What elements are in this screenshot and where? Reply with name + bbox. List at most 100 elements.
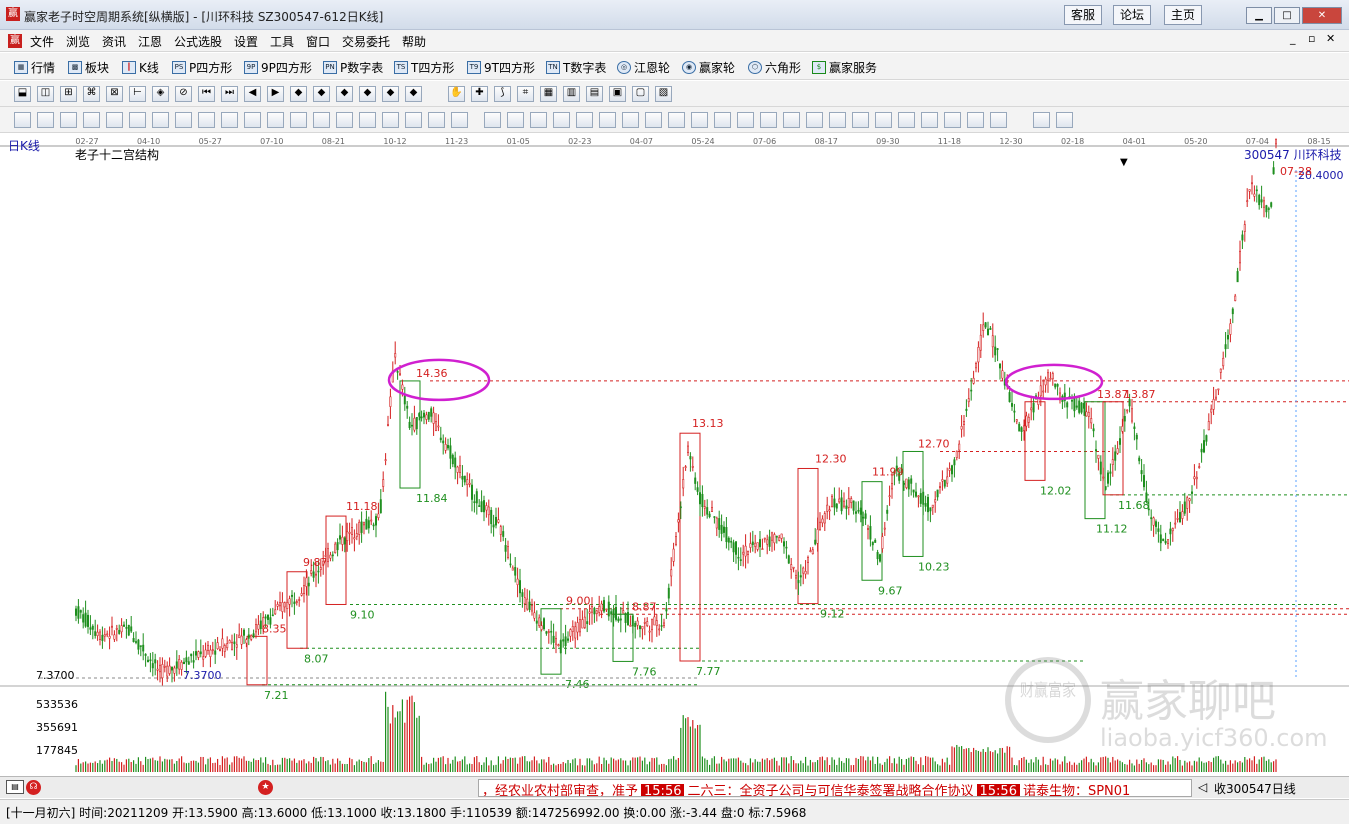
mdi-minimize-icon[interactable]: _ bbox=[1290, 32, 1296, 45]
keyboard-icon[interactable]: ▤ bbox=[6, 780, 24, 794]
ticker-toggle-icon[interactable]: ◁ bbox=[1198, 780, 1207, 794]
line-tool-icon[interactable] bbox=[875, 112, 892, 128]
line-tool-icon[interactable] bbox=[737, 112, 754, 128]
toolbar-9t-square[interactable]: T9 9T四方形 bbox=[467, 59, 535, 76]
draw-tool-icon[interactable]: ▶ bbox=[267, 86, 284, 102]
draw-tool-icon[interactable]: ◆ bbox=[405, 86, 422, 102]
line-tool-icon[interactable] bbox=[336, 112, 353, 128]
line-tool-icon[interactable] bbox=[359, 112, 376, 128]
line-tool-icon[interactable] bbox=[267, 112, 284, 128]
menu-gann[interactable]: 江恩 bbox=[138, 33, 162, 50]
line-tool-icon[interactable] bbox=[576, 112, 593, 128]
menu-trade[interactable]: 交易委托 bbox=[342, 33, 390, 50]
maximize-icon[interactable]: □ bbox=[1274, 7, 1300, 24]
line-tool-icon[interactable] bbox=[60, 112, 77, 128]
line-tool-icon[interactable] bbox=[760, 112, 777, 128]
draw-tool-icon[interactable]: ⌗ bbox=[517, 86, 534, 102]
line-tool-icon[interactable] bbox=[83, 112, 100, 128]
toolbar-quote[interactable]: ▦ 行情 bbox=[14, 59, 55, 76]
draw-tool-icon[interactable]: ▧ bbox=[655, 86, 672, 102]
line-tool-icon[interactable] bbox=[1056, 112, 1073, 128]
line-tool-icon[interactable] bbox=[852, 112, 869, 128]
line-tool-icon[interactable] bbox=[507, 112, 524, 128]
draw-tool-icon[interactable]: ⏭ bbox=[221, 86, 238, 102]
draw-tool-icon[interactable]: ◈ bbox=[152, 86, 169, 102]
kline-chart[interactable]: 02-27 04-10 05-27 07-10 08-21 10-12 11-23 01-05… bbox=[0, 134, 1349, 774]
draw-tool-icon[interactable]: ▥ bbox=[563, 86, 580, 102]
line-tool-icon[interactable] bbox=[599, 112, 616, 128]
draw-tool-icon[interactable]: ◆ bbox=[313, 86, 330, 102]
line-tool-icon[interactable] bbox=[382, 112, 399, 128]
line-tool-icon[interactable] bbox=[691, 112, 708, 128]
ticker-item[interactable]: 诺泰生物：SPN01 bbox=[1020, 780, 1133, 796]
draw-tool-icon[interactable]: ⟆ bbox=[494, 86, 511, 102]
toolbar-t-square[interactable]: TS T四方形 bbox=[394, 59, 454, 76]
line-tool-icon[interactable] bbox=[622, 112, 639, 128]
draw-tool-icon[interactable]: ◆ bbox=[290, 86, 307, 102]
draw-tool-icon[interactable]: ▣ bbox=[609, 86, 626, 102]
draw-tool-icon[interactable]: ▦ bbox=[540, 86, 557, 102]
ticker-item[interactable]: ，经农业农村部审查，准予 bbox=[479, 780, 641, 796]
line-tool-icon[interactable] bbox=[198, 112, 215, 128]
line-tool-icon[interactable] bbox=[290, 112, 307, 128]
line-tool-icon[interactable] bbox=[668, 112, 685, 128]
line-tool-icon[interactable] bbox=[221, 112, 238, 128]
line-tool-icon[interactable] bbox=[106, 112, 123, 128]
toolbar-t-table[interactable]: TN T数字表 bbox=[546, 59, 606, 76]
draw-tool-icon[interactable]: ▤ bbox=[586, 86, 603, 102]
line-tool-icon[interactable] bbox=[451, 112, 468, 128]
draw-tool-icon[interactable]: ⏮ bbox=[198, 86, 215, 102]
minimize-icon[interactable]: ▁ bbox=[1246, 7, 1272, 24]
line-tool-icon[interactable] bbox=[175, 112, 192, 128]
line-tool-icon[interactable] bbox=[783, 112, 800, 128]
line-tool-icon[interactable] bbox=[244, 112, 261, 128]
line-tool-icon[interactable] bbox=[806, 112, 823, 128]
toolbar-sector[interactable]: ▩ 板块 bbox=[68, 59, 109, 76]
toolbar-winner-service[interactable]: $ 赢家服务 bbox=[812, 59, 877, 76]
toolbar-winner-wheel[interactable]: ◉ 赢家轮 bbox=[682, 59, 735, 76]
draw-tool-icon[interactable]: ⬓ bbox=[14, 86, 31, 102]
draw-tool-icon[interactable]: ◀ bbox=[244, 86, 261, 102]
draw-tool-icon[interactable]: ◫ bbox=[37, 86, 54, 102]
mdi-restore-icon[interactable]: ▫ bbox=[1308, 32, 1315, 45]
line-tool-icon[interactable] bbox=[990, 112, 1007, 128]
line-tool-icon[interactable] bbox=[152, 112, 169, 128]
close-icon[interactable]: ✕ bbox=[1302, 7, 1342, 24]
line-tool-icon[interactable] bbox=[898, 112, 915, 128]
draw-tool-icon[interactable]: ◆ bbox=[359, 86, 376, 102]
news-ticker[interactable]: ，经农业农村部审查，准予 15:56 二六三：全资子公司与可信华泰签署战略合作协议 1… bbox=[478, 779, 1192, 797]
menu-browse[interactable]: 浏览 bbox=[66, 33, 90, 50]
line-tool-icon[interactable] bbox=[553, 112, 570, 128]
service-button[interactable]: 客服 bbox=[1064, 5, 1103, 25]
toolbar-kline[interactable]: ┃ K线 bbox=[122, 59, 159, 76]
line-tool-icon[interactable] bbox=[129, 112, 146, 128]
broadcast-icon[interactable]: ☊ bbox=[26, 780, 41, 795]
menu-file[interactable]: 文件 bbox=[30, 33, 54, 50]
line-tool-icon[interactable] bbox=[37, 112, 54, 128]
line-tool-icon[interactable] bbox=[967, 112, 984, 128]
draw-tool-icon[interactable]: ◆ bbox=[382, 86, 399, 102]
mdi-close-icon[interactable]: ✕ bbox=[1326, 32, 1335, 45]
dropdown-arrow-icon[interactable]: ▼ bbox=[1120, 157, 1128, 168]
forum-button[interactable]: 论坛 bbox=[1113, 5, 1152, 25]
toolbar-gann-wheel[interactable]: ◎ 江恩轮 bbox=[617, 59, 670, 76]
line-tool-icon[interactable] bbox=[714, 112, 731, 128]
menu-tools[interactable]: 工具 bbox=[270, 33, 294, 50]
line-tool-icon[interactable] bbox=[313, 112, 330, 128]
draw-tool-icon[interactable]: ⊢ bbox=[129, 86, 146, 102]
draw-tool-icon[interactable]: ⌘ bbox=[83, 86, 100, 102]
menu-news[interactable]: 资讯 bbox=[102, 33, 126, 50]
line-tool-icon[interactable] bbox=[1033, 112, 1050, 128]
line-tool-icon[interactable] bbox=[645, 112, 662, 128]
chart-canvas[interactable]: 02-27 04-10 05-27 07-10 08-21 10-12 11-23 01-05… bbox=[0, 134, 1349, 774]
draw-tool-icon[interactable]: ✋ bbox=[448, 86, 465, 102]
menu-help[interactable]: 帮助 bbox=[402, 33, 426, 50]
alert-icon[interactable]: ★ bbox=[258, 780, 273, 795]
line-tool-icon[interactable] bbox=[921, 112, 938, 128]
line-tool-icon[interactable] bbox=[428, 112, 445, 128]
toolbar-9p-square[interactable]: 9P 9P四方形 bbox=[244, 59, 312, 76]
toolbar-p-table[interactable]: PN P数字表 bbox=[323, 59, 383, 76]
ticker-item[interactable]: 二六三：全资子公司与可信华泰签署战略合作协议 bbox=[684, 780, 976, 796]
line-tool-icon[interactable] bbox=[829, 112, 846, 128]
menu-formula[interactable]: 公式选股 bbox=[174, 33, 222, 50]
